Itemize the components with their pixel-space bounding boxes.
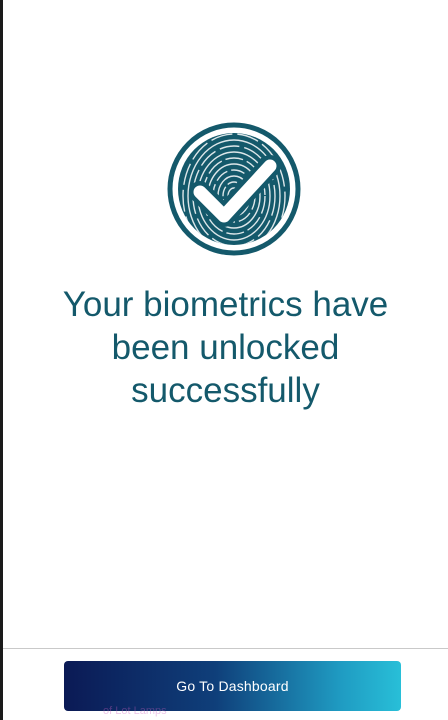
- biometrics-success-screen: Your biometrics have been unlocked succe…: [3, 0, 448, 720]
- success-message: Your biometrics have been unlocked succe…: [3, 283, 448, 412]
- success-message-line: Your biometrics have: [62, 285, 389, 324]
- fingerprint-check-icon: [160, 122, 308, 256]
- success-message-line: been unlocked: [111, 328, 340, 367]
- success-message-line: successfully: [131, 371, 320, 410]
- go-to-dashboard-label: Go To Dashboard: [176, 678, 289, 694]
- faint-overlay-text: of Lot Lamps: [103, 705, 167, 717]
- go-to-dashboard-button[interactable]: Go To Dashboard: [64, 661, 401, 711]
- divider: [3, 648, 448, 649]
